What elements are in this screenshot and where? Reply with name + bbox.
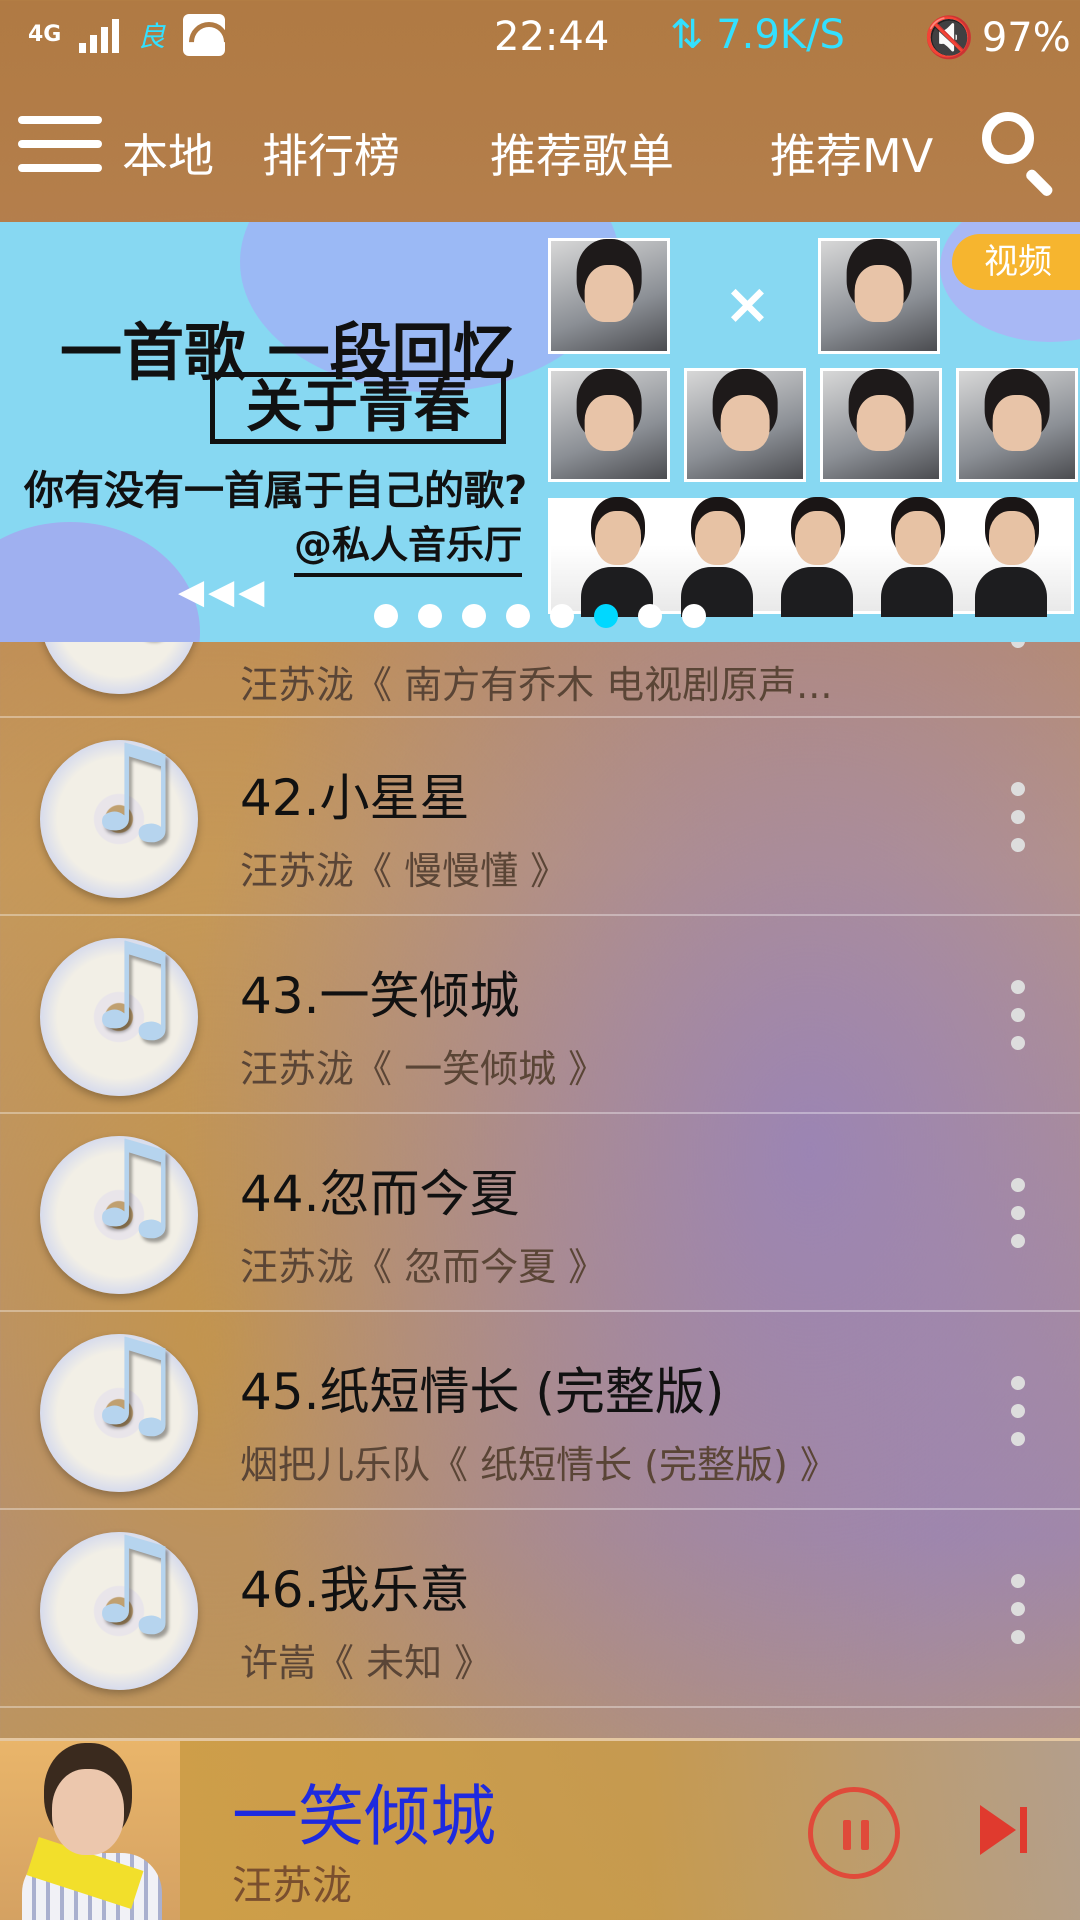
status-time: 22:44 bbox=[494, 14, 610, 60]
network-speed: ⇅ 7.9K/S bbox=[670, 12, 845, 58]
more-options-icon[interactable] bbox=[1008, 980, 1028, 1060]
mini-player[interactable]: 一笑倾城 汪苏泷 bbox=[0, 1738, 1080, 1920]
music-disc-icon: ♫ bbox=[40, 1522, 198, 1690]
song-artist-album: 汪苏泷《 南方有乔木 电视剧原声... bbox=[240, 663, 833, 707]
banner-cross: × bbox=[724, 272, 771, 337]
banner-credit: @私人音乐厅 bbox=[294, 514, 523, 577]
song-row[interactable]: ♫ 42.小星星汪苏泷《 慢慢懂 》 bbox=[0, 718, 1080, 916]
carousel-dot[interactable] bbox=[418, 604, 442, 628]
artist-photo bbox=[684, 368, 806, 482]
carousel-dot[interactable] bbox=[638, 604, 662, 628]
status-bar: 4G 良 22:44 ⇅ 7.9K/S 🔇 97% bbox=[0, 0, 1080, 76]
song-row[interactable]: ♫ 45.纸短情长 (完整版) 烟把儿乐队《 纸短情长 (完整版) 》 bbox=[0, 1312, 1080, 1510]
tab-recommended-playlists[interactable]: 推荐歌单 bbox=[490, 120, 674, 186]
banner-arrows: ◀◀◀ bbox=[178, 572, 269, 612]
artist-photo bbox=[548, 368, 670, 482]
carousel-dot[interactable] bbox=[462, 604, 486, 628]
more-options-icon[interactable] bbox=[1008, 782, 1028, 862]
music-disc-icon: ♫ bbox=[40, 730, 198, 898]
band-photo bbox=[548, 498, 1074, 617]
carousel-dot[interactable] bbox=[506, 604, 530, 628]
now-playing-artist: 汪苏泷 bbox=[232, 1863, 352, 1909]
now-playing-title[interactable]: 一笑倾城 bbox=[232, 1763, 496, 1859]
video-badge: 视频 bbox=[952, 234, 1080, 290]
banner-carousel[interactable]: 一首歌 一段回忆 关于青春 你有没有一首属于自己的歌? @私人音乐厅 ◀◀◀ ×… bbox=[0, 222, 1080, 642]
signal-icon bbox=[79, 17, 120, 53]
artist-photo bbox=[956, 368, 1078, 482]
tab-charts[interactable]: 排行榜 bbox=[262, 120, 400, 186]
mute-icon: 🔇 bbox=[924, 15, 974, 61]
song-title: 42.小星星 bbox=[240, 769, 470, 827]
more-options-icon[interactable] bbox=[1008, 1178, 1028, 1258]
song-row[interactable]: ♫ 44.忽而今夏汪苏泷《 忽而今夏 》 bbox=[0, 1114, 1080, 1312]
carousel-dot[interactable] bbox=[374, 604, 398, 628]
hd-tag: 良 bbox=[137, 20, 166, 53]
wifi-icon bbox=[183, 14, 226, 56]
artist-photo bbox=[548, 238, 670, 354]
artist-photo bbox=[818, 238, 940, 354]
song-list: ♫ 汪苏泷《 南方有乔木 电视剧原声... ♫ 42.小星星汪苏泷《 慢慢懂 》 ♫ 43… bbox=[0, 520, 1080, 1708]
network-type: 4G bbox=[28, 22, 62, 47]
music-disc-icon: ♫ bbox=[40, 1324, 198, 1492]
tab-recommended-mv[interactable]: 推荐MV bbox=[770, 120, 933, 186]
carousel-dot[interactable] bbox=[594, 604, 618, 628]
song-artist-album: 许嵩《 未知 》 bbox=[240, 1641, 493, 1685]
song-title: 43.一笑倾城 bbox=[240, 967, 520, 1025]
banner-subtitle: 你有没有一首属于自己的歌? bbox=[24, 468, 528, 514]
more-options-icon[interactable] bbox=[1008, 1376, 1028, 1456]
song-artist-album: 汪苏泷《 慢慢懂 》 bbox=[240, 849, 569, 893]
song-artist-album: 汪苏泷《 忽而今夏 》 bbox=[240, 1245, 607, 1289]
music-disc-icon: ♫ bbox=[40, 928, 198, 1096]
song-title: 45.纸短情长 (完整版) bbox=[240, 1363, 725, 1421]
search-icon[interactable] bbox=[978, 108, 1060, 199]
menu-icon[interactable] bbox=[18, 116, 102, 174]
status-left: 4G 良 bbox=[28, 14, 226, 56]
more-options-icon[interactable] bbox=[1008, 1574, 1028, 1654]
next-track-button[interactable] bbox=[980, 1805, 1030, 1855]
music-disc-icon: ♫ bbox=[40, 1126, 198, 1294]
album-cover[interactable] bbox=[0, 1741, 180, 1920]
carousel-dot[interactable] bbox=[550, 604, 574, 628]
carousel-dot[interactable] bbox=[682, 604, 706, 628]
song-title: 44.忽而今夏 bbox=[240, 1165, 520, 1223]
song-row[interactable]: ♫ 46.我乐意许嵩《 未知 》 bbox=[0, 1510, 1080, 1708]
banner-boxed-text: 关于青春 bbox=[210, 372, 506, 444]
battery-level: 97% bbox=[981, 14, 1071, 61]
status-right: 🔇 97% bbox=[924, 14, 1071, 62]
song-artist-album: 汪苏泷《 一笑倾城 》 bbox=[240, 1047, 607, 1091]
pause-button[interactable] bbox=[808, 1787, 900, 1879]
carousel-indicator[interactable] bbox=[374, 604, 706, 628]
song-row[interactable]: ♫ 43.一笑倾城汪苏泷《 一笑倾城 》 bbox=[0, 916, 1080, 1114]
song-artist-album: 烟把儿乐队《 纸短情长 (完整版) 》 bbox=[240, 1443, 838, 1487]
song-title: 46.我乐意 bbox=[240, 1561, 470, 1619]
artist-photo bbox=[820, 368, 942, 482]
top-nav: 本地 排行榜 推荐歌单 推荐MV bbox=[0, 90, 1080, 200]
tab-local[interactable]: 本地 bbox=[122, 120, 214, 186]
